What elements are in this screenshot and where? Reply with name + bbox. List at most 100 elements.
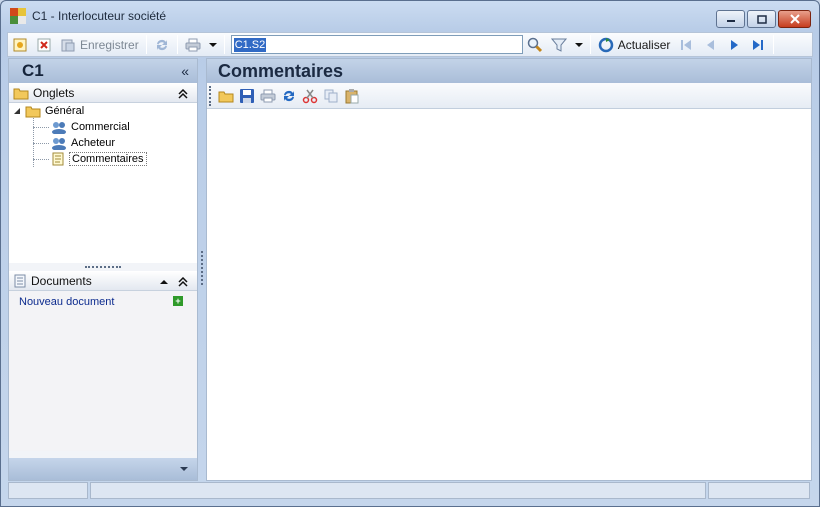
new-document-row: Nouveau document + [9, 291, 197, 308]
cut-icon[interactable] [302, 88, 318, 104]
search-icon [527, 37, 542, 52]
save-button[interactable]: Enregistrer [56, 34, 143, 56]
open-folder-icon[interactable] [218, 88, 234, 104]
window-controls [716, 10, 811, 28]
tree-node-general[interactable]: Général [13, 104, 84, 118]
search-button[interactable] [523, 34, 547, 56]
vertical-splitter[interactable] [201, 251, 203, 285]
next-icon [731, 39, 739, 50]
tree-node-commercial[interactable]: Commercial [51, 120, 130, 134]
editor-toolbar [207, 83, 811, 109]
add-icon[interactable]: + [173, 296, 183, 306]
first-record-button[interactable] [674, 34, 698, 56]
tree-node-label: Commentaires [69, 152, 147, 166]
refresh-label: Actualiser [617, 37, 671, 52]
expand-arrow-icon [14, 108, 20, 114]
search-value: C1.S2 [233, 37, 267, 52]
status-bar [8, 482, 812, 500]
print-dropdown[interactable] [205, 34, 221, 56]
tree-node-acheteur[interactable]: Acheteur [51, 136, 115, 150]
collapse-panel-button[interactable]: « [181, 63, 189, 79]
print-button[interactable] [181, 34, 205, 56]
left-panel-footer[interactable] [9, 458, 197, 480]
save-icon[interactable] [239, 88, 255, 104]
tree-node-label: Commercial [71, 121, 130, 133]
delete-button[interactable] [32, 34, 56, 56]
filter-icon [550, 38, 567, 52]
left-panel-header: C1 « [9, 59, 197, 83]
printer-icon[interactable] [260, 88, 276, 104]
chevron-up-icon[interactable] [160, 279, 168, 285]
tree-line [33, 127, 49, 128]
next-record-button[interactable] [722, 34, 746, 56]
documents-section-title: Documents [31, 274, 92, 288]
search-input[interactable]: C1.S2 [230, 35, 523, 54]
last-icon [753, 39, 764, 50]
copy-icon[interactable] [323, 88, 339, 104]
previous-icon [707, 39, 715, 50]
minimize-button[interactable] [716, 10, 745, 28]
paste-icon[interactable] [344, 88, 360, 104]
sync-button[interactable] [150, 34, 174, 56]
tabs-tree: Général Commercial Acheteur Commentaires [9, 103, 197, 263]
refresh-icon [598, 37, 613, 52]
tree-line [33, 143, 49, 144]
chevron-down-icon [208, 42, 217, 47]
printer-icon [185, 38, 201, 51]
save-label: Enregistrer [80, 37, 139, 52]
status-cell [90, 482, 706, 499]
main-toolbar: Enregistrer C1.S2 Actualiser [7, 32, 813, 57]
filter-button[interactable] [547, 34, 571, 56]
maximize-icon [756, 14, 767, 24]
new-button[interactable] [8, 34, 32, 56]
main-content: Commentaires [206, 58, 812, 481]
window-title: C1 - Interlocuteur société [32, 9, 167, 23]
filter-dropdown[interactable] [571, 34, 587, 56]
record-code: C1 [22, 61, 44, 80]
collapse-up-icon[interactable] [178, 89, 188, 99]
main-header: Commentaires [207, 59, 811, 83]
folder-icon [25, 106, 41, 118]
first-icon [681, 39, 692, 50]
horizontal-splitter[interactable] [9, 263, 197, 271]
documents-section-header[interactable]: Documents [9, 271, 197, 291]
app-logo-icon [10, 8, 26, 24]
save-record-icon [61, 39, 75, 51]
documents-area: Nouveau document + [9, 291, 197, 451]
previous-record-button[interactable] [698, 34, 722, 56]
toolbar-separator [145, 35, 147, 54]
close-button[interactable] [778, 10, 811, 28]
close-icon [789, 14, 800, 24]
tree-node-commentaires[interactable]: Commentaires [51, 152, 147, 166]
toolbar-separator [223, 35, 225, 54]
new-record-icon [13, 38, 27, 51]
maximize-button[interactable] [747, 10, 776, 28]
new-document-link[interactable]: Nouveau document [19, 296, 114, 308]
document-icon [14, 274, 26, 288]
collapse-up-icon[interactable] [178, 277, 188, 287]
toolbar-separator [176, 35, 178, 54]
toolbar-separator [589, 35, 591, 54]
tabs-section-header[interactable]: Onglets [9, 83, 197, 103]
status-cell [708, 482, 810, 499]
app-window: C1 - Interlocuteur société Enregistrer C… [0, 0, 820, 507]
toolbar-grip [209, 85, 211, 106]
refresh-button[interactable]: Actualiser [594, 34, 675, 56]
last-record-button[interactable] [746, 34, 770, 56]
status-cell [8, 482, 88, 499]
toolbar-separator [773, 35, 775, 54]
minimize-icon [726, 20, 735, 22]
tree-node-label: Acheteur [71, 137, 116, 149]
tabs-section-title: Onglets [33, 86, 75, 100]
contact-icon [52, 122, 66, 134]
chevron-down-icon [574, 42, 583, 47]
note-icon [52, 152, 64, 166]
tree-node-label: Général [45, 105, 85, 117]
page-title: Commentaires [218, 60, 344, 81]
sync-icon [156, 39, 167, 50]
delete-icon [37, 38, 51, 51]
title-bar: C1 - Interlocuteur société [1, 1, 819, 31]
folder-icon [13, 88, 29, 100]
left-panel: C1 « Onglets Général Commercial Acheteur… [8, 58, 198, 481]
sync-icon[interactable] [281, 88, 297, 104]
